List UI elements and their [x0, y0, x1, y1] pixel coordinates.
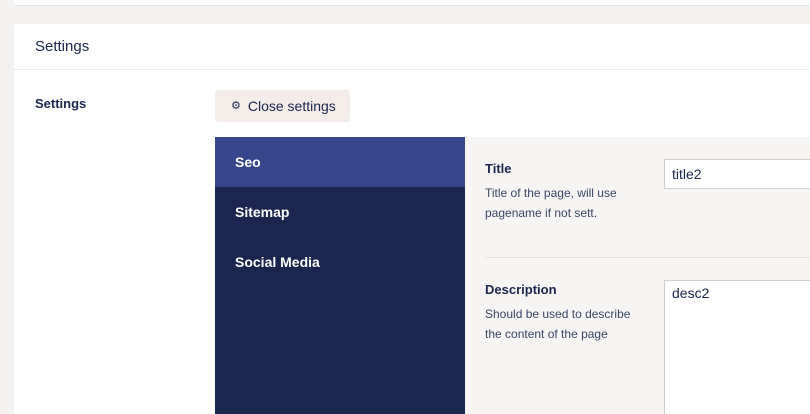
description-textarea[interactable]: desc2	[664, 280, 810, 414]
tab-social-media[interactable]: Social Media	[215, 237, 465, 287]
tab-seo-label: Seo	[235, 154, 261, 170]
title-field-description: Title of the page, will use pagename if …	[485, 186, 617, 220]
panel-header: Settings	[14, 24, 810, 70]
field-divider	[485, 257, 810, 258]
description-field-label: Description	[485, 282, 557, 297]
description-field-info: Description Should be used to describe t…	[485, 282, 645, 344]
tab-sitemap[interactable]: Sitemap	[215, 187, 465, 237]
settings-box: Seo Sitemap Social Media Title Title of …	[215, 137, 810, 414]
gear-icon: ⚙	[231, 99, 241, 112]
title-input[interactable]	[664, 159, 810, 189]
tab-seo[interactable]: Seo	[215, 137, 465, 187]
previous-panel-edge	[14, 0, 810, 6]
tab-sitemap-label: Sitemap	[235, 204, 290, 220]
close-settings-label: Close settings	[247, 98, 336, 114]
description-field-description: Should be used to describe the content o…	[485, 307, 631, 341]
close-settings-button[interactable]: ⚙ Close settings	[215, 90, 350, 122]
settings-row-label: Settings	[35, 96, 87, 111]
tab-social-media-label: Social Media	[235, 254, 320, 270]
settings-panel: Settings Settings ⚙ Close settings Seo S…	[14, 24, 810, 414]
seo-tab-content: Title Title of the page, will use pagena…	[465, 137, 810, 414]
title-field-label: Title	[485, 161, 512, 176]
title-field-info: Title Title of the page, will use pagena…	[485, 161, 645, 223]
settings-tab-nav: Seo Sitemap Social Media	[215, 137, 465, 414]
panel-header-title: Settings	[35, 38, 90, 55]
